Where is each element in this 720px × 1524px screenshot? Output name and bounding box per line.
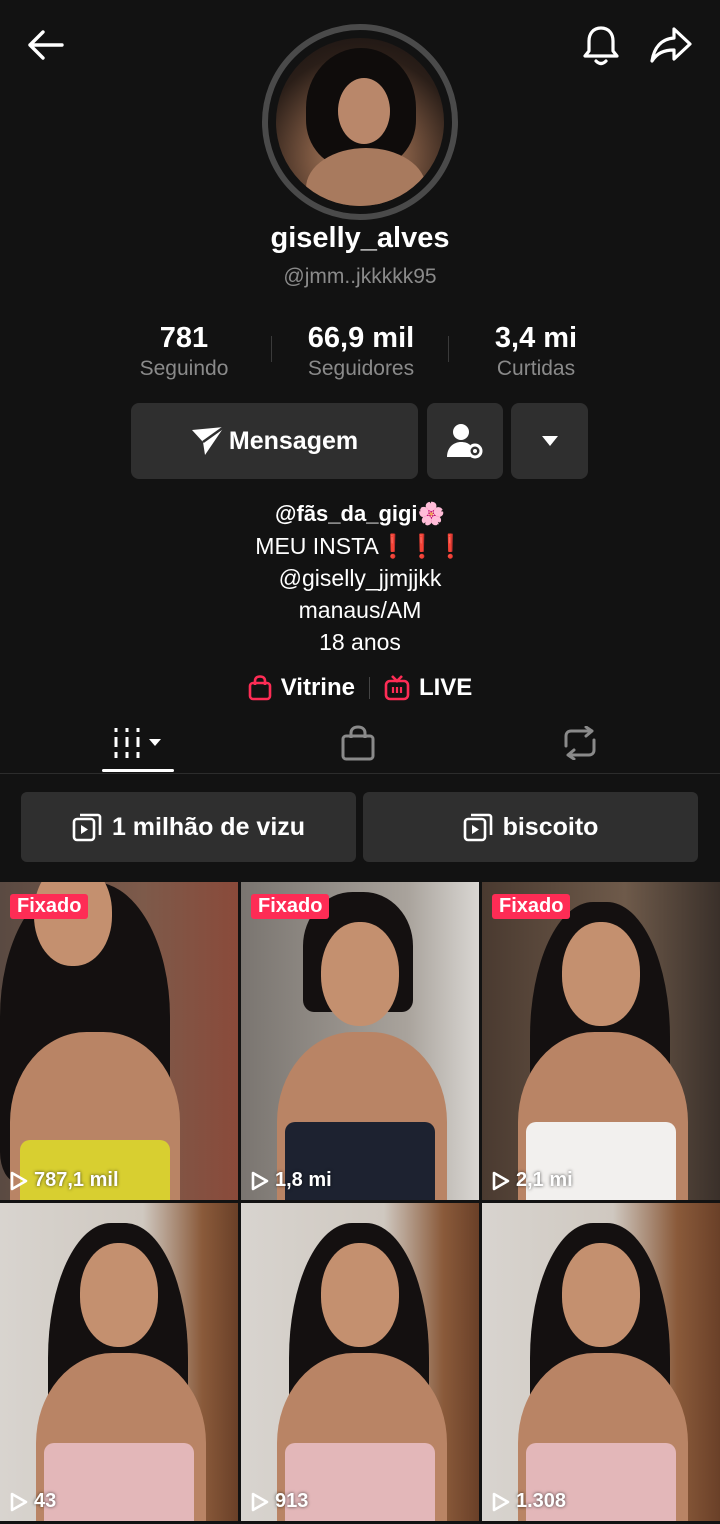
stat-followers[interactable]: 66,9 mil Seguidores xyxy=(290,322,432,381)
stat-following[interactable]: 781 Seguindo xyxy=(120,322,248,381)
view-count: 913 xyxy=(251,1490,308,1513)
bio-line: @giselly_jjmjjkk xyxy=(278,565,442,591)
playlist-button[interactable]: 1 milhão de vizu xyxy=(21,792,356,862)
play-icon xyxy=(10,1492,28,1511)
content-tabs xyxy=(0,712,720,774)
view-count: 787,1 mil xyxy=(10,1169,119,1192)
shopping-bag-icon xyxy=(341,725,375,761)
view-count-value: 1,8 mi xyxy=(275,1169,332,1191)
view-count-value: 43 xyxy=(34,1490,57,1512)
playlist-icon xyxy=(463,813,492,842)
message-button[interactable]: Mensagem xyxy=(131,403,418,479)
video-thumbnail[interactable]: 913 xyxy=(241,1203,479,1521)
share-icon[interactable] xyxy=(646,20,696,70)
tab-videos[interactable] xyxy=(102,712,174,774)
repost-icon xyxy=(564,726,596,760)
play-icon xyxy=(251,1492,269,1511)
pinned-badge: Fixado xyxy=(10,894,89,919)
avatar-image xyxy=(276,38,444,206)
view-count: 1.308 xyxy=(492,1490,566,1513)
view-count: 1,8 mi xyxy=(251,1169,332,1192)
divider xyxy=(271,336,272,362)
stat-label: Seguindo xyxy=(139,357,229,380)
tab-reposts[interactable] xyxy=(544,712,616,774)
friend-settings-button[interactable] xyxy=(427,403,503,479)
playlist-label: 1 milhão de vizu xyxy=(111,812,306,841)
play-icon xyxy=(10,1171,28,1190)
view-count-value: 787,1 mil xyxy=(34,1169,119,1191)
send-icon xyxy=(191,426,225,455)
video-thumbnail[interactable]: Fixado 2,1 mi xyxy=(482,882,720,1200)
stat-likes[interactable]: 3,4 mi Curtidas xyxy=(476,322,596,381)
avatar[interactable] xyxy=(262,24,458,220)
bio-line[interactable]: @fãs_da_gigi🌸 xyxy=(0,498,720,530)
stat-value: 66,9 mil xyxy=(307,322,415,354)
person-settings-icon xyxy=(447,424,483,459)
stat-label: Curtidas xyxy=(496,357,576,380)
divider xyxy=(368,677,370,699)
video-thumbnail[interactable]: 43 xyxy=(0,1203,238,1521)
playlists: 1 milhão de vizu biscoito xyxy=(0,792,720,862)
play-icon xyxy=(492,1171,510,1190)
view-count: 43 xyxy=(10,1490,56,1513)
live-tv-icon xyxy=(384,675,410,701)
grid-icon xyxy=(114,728,161,758)
view-count-value: 2,1 mi xyxy=(516,1169,573,1191)
video-thumbnail[interactable]: 1.308 xyxy=(482,1203,720,1521)
bio: @fãs_da_gigi🌸 MEU INSTA❗❗❗ @giselly_jjmj… xyxy=(0,498,720,658)
display-name: giselly_alves xyxy=(270,222,450,254)
video-grid: Fixado 787,1 mil Fixado 1,8 mi Fixado 2,… xyxy=(0,882,720,1524)
pinned-badge: Fixado xyxy=(251,894,330,919)
bell-icon[interactable] xyxy=(578,20,624,70)
view-count-value: 1.308 xyxy=(516,1490,567,1512)
profile-stats: 781 Seguindo 66,9 mil Seguidores 3,4 mi … xyxy=(0,322,720,386)
live-link[interactable]: LIVE xyxy=(384,674,472,702)
pinned-badge: Fixado xyxy=(492,894,571,919)
profile-actions: Mensagem xyxy=(0,403,720,479)
more-options-button[interactable] xyxy=(511,403,588,479)
bio-line: manaus/AM xyxy=(298,597,422,623)
bio-line: 18 anos xyxy=(319,629,401,655)
shopping-bag-icon xyxy=(248,675,272,701)
stat-value: 781 xyxy=(159,322,209,354)
playlist-icon xyxy=(72,813,102,842)
stat-label: Seguidores xyxy=(307,357,415,380)
view-count: 2,1 mi xyxy=(492,1169,573,1192)
shop-link-label: Vitrine xyxy=(280,674,355,701)
tab-shop[interactable] xyxy=(322,712,394,774)
video-thumbnail[interactable]: Fixado 1,8 mi xyxy=(241,882,479,1200)
username: @jmm..jkkkkk95 xyxy=(283,265,437,288)
active-tab-indicator xyxy=(102,769,174,772)
view-count-value: 913 xyxy=(275,1490,309,1512)
playlist-label: biscoito xyxy=(502,812,599,841)
stat-value: 3,4 mi xyxy=(494,322,578,354)
play-icon xyxy=(492,1492,510,1511)
back-arrow-icon[interactable] xyxy=(20,22,70,68)
playlist-button[interactable]: biscoito xyxy=(363,792,698,862)
profile-links: Vitrine LIVE xyxy=(0,670,720,706)
bio-line: MEU INSTA❗❗❗ xyxy=(255,533,465,559)
shop-link[interactable]: Vitrine xyxy=(248,674,355,702)
message-button-label: Mensagem xyxy=(228,426,359,455)
caret-down-icon xyxy=(541,436,558,446)
play-icon xyxy=(251,1171,269,1190)
divider xyxy=(448,336,449,362)
live-link-label: LIVE xyxy=(418,674,473,701)
video-thumbnail[interactable]: Fixado 787,1 mil xyxy=(0,882,238,1200)
